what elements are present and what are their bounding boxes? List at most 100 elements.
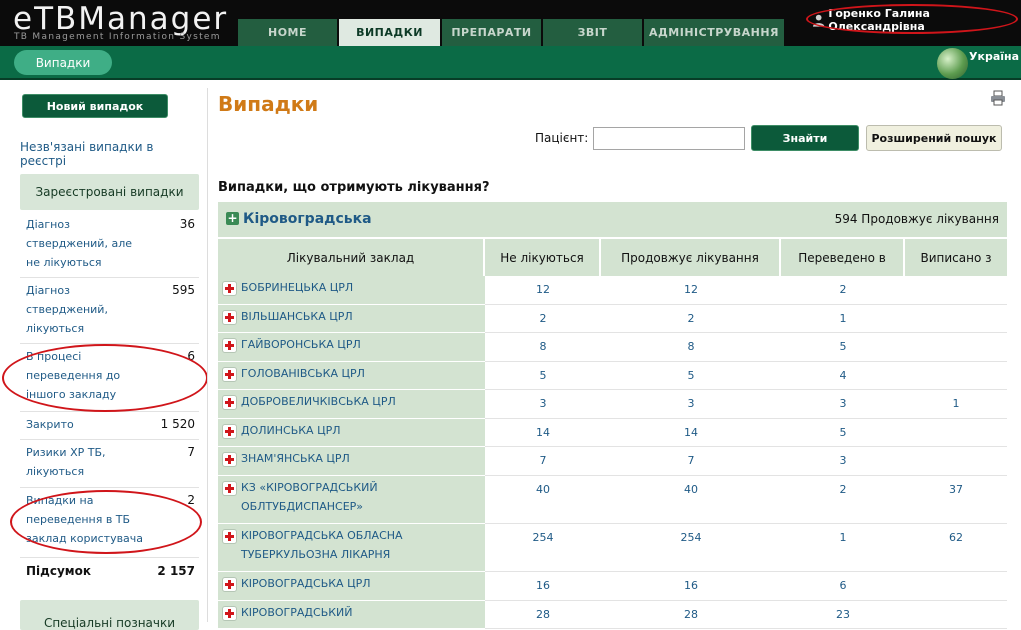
facility-link[interactable]: ЗНАМ'ЯНСЬКА ЦРЛ [241,452,350,465]
count-cell-transferred-in[interactable]: 3 [781,447,905,476]
sidebar-item-diagnosed-not-treated[interactable]: Діагноз стверджений, але не лікуються 36 [20,212,199,278]
count-cell-not-treated[interactable]: 8 [485,333,601,362]
facility-link[interactable]: КЗ «КІРОВОГРАДСЬКИЙ ОБЛТУБДИСПАНСЕР» [241,481,378,513]
facility-cell: ДОЛИНСЬКА ЦРЛ [218,419,485,447]
count-cell-not-treated[interactable]: 28 [485,601,601,629]
facility-link[interactable]: КІРОВОГРАДСЬКА ОБЛАСНА ТУБЕРКУЛЬОЗНА ЛІК… [241,529,403,561]
count-cell-transferred-in[interactable]: 2 [781,476,905,524]
tab-cases[interactable]: ВИПАДКИ [339,19,440,46]
region-name[interactable]: Кіровоградська [243,211,372,227]
divider [207,88,208,622]
table-row: ВІЛЬШАНСЬКА ЦРЛ 2 2 1 [218,305,1007,333]
facility-link[interactable]: КІРОВОГРАДСЬКИЙ [241,606,353,619]
count-cell-not-treated[interactable]: 40 [485,476,601,524]
count-cell-continues[interactable]: 40 [601,476,781,524]
facility-link[interactable]: ВІЛЬШАНСЬКА ЦРЛ [241,310,353,323]
printer-icon[interactable] [990,90,1006,106]
count-cell-continues[interactable]: 28 [601,601,781,629]
count-cell-transferred-out[interactable]: 1 [905,390,1007,419]
count-cell-transferred-in[interactable]: 4 [781,362,905,390]
app-logo[interactable]: eTBManager [13,2,228,36]
facility-link[interactable]: БОБРИНЕЦЬКА ЦРЛ [241,281,353,294]
table-row: ГОЛОВАНІВСЬКА ЦРЛ 5 5 4 [218,362,1007,390]
count-cell-transferred-in[interactable]: 1 [781,524,905,572]
count-cell-continues[interactable]: 12 [601,276,781,305]
count-cell-transferred-in[interactable]: 3 [781,390,905,419]
count-cell-transferred-out[interactable] [905,419,1007,447]
facility-link[interactable]: КІРОВОГРАДСЬКА ЦРЛ [241,577,371,590]
count-cell-not-treated[interactable]: 12 [485,276,601,305]
facility-link[interactable]: ГОЛОВАНІВСЬКА ЦРЛ [241,367,365,380]
count-cell-not-treated[interactable]: 3 [485,390,601,419]
sidebar-item-label: Діагноз стверджений, лікуються [26,284,108,335]
count-cell-not-treated[interactable]: 2 [485,305,601,333]
count-cell-continues[interactable]: 14 [601,419,781,447]
count-cell-continues[interactable]: 2 [601,305,781,333]
column-header-continues: Продовжує лікування [601,239,779,276]
globe-icon [937,48,968,79]
count-cell-not-treated[interactable]: 7 [485,447,601,476]
facility-cell: ГОЛОВАНІВСЬКА ЦРЛ [218,362,485,390]
column-header-facility: Лікувальний заклад [218,239,483,276]
count-cell-transferred-in[interactable]: 5 [781,333,905,362]
sidebar-item-count: 1 520 [160,417,195,431]
count-cell-transferred-out[interactable] [905,572,1007,601]
find-button[interactable]: Знайти [751,125,859,151]
count-cell-continues[interactable]: 16 [601,572,781,601]
tab-home[interactable]: HOME [238,19,337,46]
tab-administration[interactable]: АДМІНІСТРУВАННЯ [644,19,784,46]
advanced-search-button[interactable]: Розширений пошук [866,125,1002,151]
count-cell-not-treated[interactable]: 5 [485,362,601,390]
count-cell-transferred-in[interactable]: 6 [781,572,905,601]
patient-search-input[interactable] [593,127,745,150]
sidebar-item-diagnosed-treated[interactable]: Діагноз стверджений, лікуються 595 [20,278,199,344]
expand-plus-icon[interactable]: + [226,212,239,225]
facility-link[interactable]: ГАЙВОРОНСЬКА ЦРЛ [241,338,361,351]
sidebar-item-closed[interactable]: Закрито 1 520 [20,412,199,440]
breadcrumb[interactable]: Випадки [14,50,112,75]
count-cell-continues[interactable]: 8 [601,333,781,362]
hospital-icon [222,367,237,382]
tab-medicines[interactable]: ПРЕПАРАТИ [442,19,541,46]
hospital-icon [222,577,237,592]
count-cell-transferred-out[interactable]: 62 [905,524,1007,572]
count-cell-not-treated[interactable]: 16 [485,572,601,601]
count-cell-transferred-out[interactable] [905,305,1007,333]
region-summary: 594 Продовжує лікування [834,212,999,226]
facility-link[interactable]: ДОБРОВЕЛИЧКІВСЬКА ЦРЛ [241,395,396,408]
facility-cell: БОБРИНЕЦЬКА ЦРЛ [218,276,485,305]
count-cell-not-treated[interactable]: 254 [485,524,601,572]
count-cell-continues[interactable]: 7 [601,447,781,476]
column-header-not-treated: Не лікуються [485,239,599,276]
tab-reports[interactable]: ЗВІТ [543,19,642,46]
count-cell-transferred-in[interactable]: 23 [781,601,905,629]
column-header-transferred-out: Виписано з [905,239,1007,276]
unlinked-cases-link[interactable]: Незв'язані випадки в реєстрі [20,140,199,168]
facility-cell: ВІЛЬШАНСЬКА ЦРЛ [218,305,485,333]
count-cell-transferred-out[interactable] [905,362,1007,390]
table-row: КІРОВОГРАДСЬКА ЦРЛ 16 16 6 [218,572,1007,601]
sidebar-item-count: 7 [187,445,195,459]
new-case-button[interactable]: Новий випадок [22,94,168,118]
count-cell-continues[interactable]: 5 [601,362,781,390]
count-cell-transferred-out[interactable] [905,276,1007,305]
table-row: КІРОВОГРАДСЬКА ОБЛАСНА ТУБЕРКУЛЬОЗНА ЛІК… [218,524,1007,572]
count-cell-transferred-in[interactable]: 2 [781,276,905,305]
sidebar-total: Підсумок 2 157 [20,562,199,586]
count-cell-continues[interactable]: 3 [601,390,781,419]
count-cell-transferred-in[interactable]: 5 [781,419,905,447]
country-name[interactable]: Україна [969,50,1019,63]
hospital-icon [222,606,237,621]
main-tabs: HOME ВИПАДКИ ПРЕПАРАТИ ЗВІТ АДМІНІСТРУВА… [238,19,786,46]
count-cell-transferred-in[interactable]: 1 [781,305,905,333]
hospital-icon [222,310,237,325]
facility-link[interactable]: ДОЛИНСЬКА ЦРЛ [241,424,341,437]
count-cell-transferred-out[interactable] [905,447,1007,476]
count-cell-transferred-out[interactable]: 37 [905,476,1007,524]
count-cell-not-treated[interactable]: 14 [485,419,601,447]
annotation-ellipse [806,4,1018,34]
count-cell-transferred-out[interactable] [905,601,1007,629]
sidebar-item-mdr-risk[interactable]: Ризики ХР ТБ, лікуються 7 [20,440,199,488]
count-cell-continues[interactable]: 254 [601,524,781,572]
count-cell-transferred-out[interactable] [905,333,1007,362]
